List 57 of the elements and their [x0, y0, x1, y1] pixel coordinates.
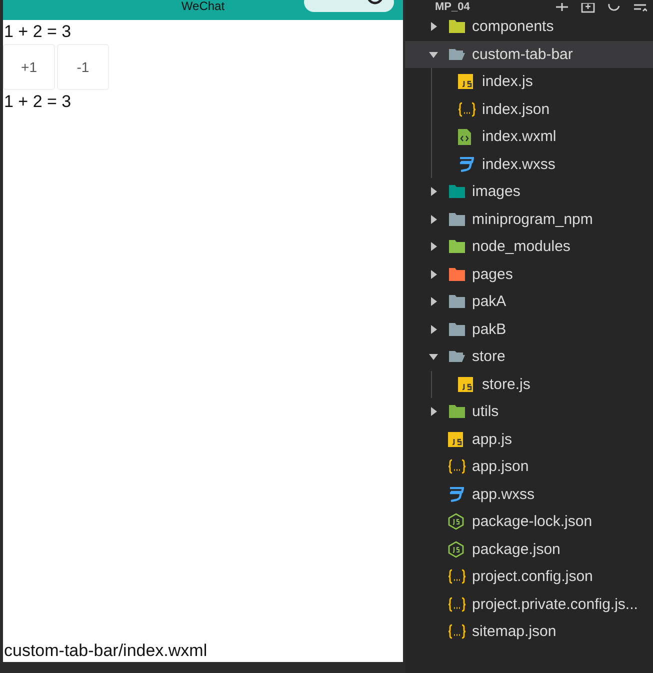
tree-item[interactable]: index.json — [432, 96, 653, 123]
braces-icon — [448, 596, 466, 612]
js-file-icon — [458, 74, 473, 90]
tree-item[interactable]: app.js — [405, 426, 653, 453]
sum-text: 1 + 2 = 3 — [3, 21, 72, 43]
tree-item[interactable]: images — [405, 178, 653, 206]
caret-right-icon[interactable] — [429, 324, 438, 334]
caret-right-icon[interactable] — [429, 214, 438, 224]
sum-text: 1 + 2 = 3 — [3, 91, 72, 113]
tree-item[interactable]: miniprogram_npm — [405, 206, 653, 233]
caret-right-icon[interactable] — [429, 297, 438, 306]
tree-item[interactable]: utils — [405, 398, 653, 426]
add-file-icon[interactable] — [555, 3, 569, 13]
braces-icon — [448, 624, 466, 640]
caret-right-icon[interactable] — [429, 22, 438, 32]
caret-right-icon[interactable] — [429, 270, 438, 279]
braces-icon — [448, 569, 466, 584]
tree-item[interactable]: app.json — [405, 453, 653, 480]
tree-item[interactable]: pakB — [405, 316, 653, 343]
collapse-icon[interactable] — [633, 3, 647, 13]
tree-item[interactable]: index.wxml — [432, 123, 653, 150]
counter-button[interactable]: +1 — [3, 44, 55, 90]
tree-item[interactable]: custom-tab-bar — [405, 40, 653, 68]
caret-down-icon[interactable] — [429, 50, 438, 59]
page-path: custom-tab-bar/index.wxml — [3, 640, 208, 662]
tree-item[interactable]: store — [405, 343, 653, 370]
caret-right-icon[interactable] — [429, 242, 438, 252]
tree-item[interactable]: package-lock.json — [405, 508, 653, 536]
css-icon — [458, 156, 474, 172]
nav-title: WeChat — [181, 0, 225, 12]
tree-item[interactable]: project.config.json — [405, 563, 653, 590]
project-name: MP_04 — [435, 2, 470, 13]
tree-item[interactable]: package.json — [405, 536, 653, 563]
js-file-icon — [448, 432, 463, 447]
caret-right-icon[interactable] — [429, 187, 438, 196]
hexagon-icon — [448, 540, 464, 558]
tree-item[interactable]: node_modules — [405, 233, 653, 260]
tree-item[interactable]: store.js — [432, 370, 653, 398]
caret-right-icon[interactable] — [429, 407, 438, 416]
tree-item[interactable]: project.private.config.js... — [405, 590, 653, 618]
tree-item[interactable]: pakA — [405, 288, 653, 316]
refresh-icon[interactable] — [607, 3, 621, 13]
add-folder-icon[interactable] — [581, 3, 595, 13]
tree-item[interactable]: index.js — [432, 68, 653, 96]
css-icon — [448, 486, 464, 502]
tree-item[interactable]: sitemap.json — [405, 618, 653, 646]
caret-down-icon[interactable] — [429, 352, 438, 362]
braces-icon — [448, 459, 466, 474]
js-file-icon — [458, 376, 473, 392]
code-file-icon — [458, 128, 471, 145]
counter-button[interactable]: -1 — [57, 44, 109, 90]
tree-item[interactable]: app.wxss — [405, 480, 653, 508]
tree-item[interactable]: index.wxss — [432, 150, 653, 178]
braces-icon — [458, 102, 476, 117]
hexagon-icon — [448, 513, 464, 530]
tree-item[interactable]: components — [405, 13, 653, 40]
tree-item[interactable]: pages — [405, 260, 653, 288]
